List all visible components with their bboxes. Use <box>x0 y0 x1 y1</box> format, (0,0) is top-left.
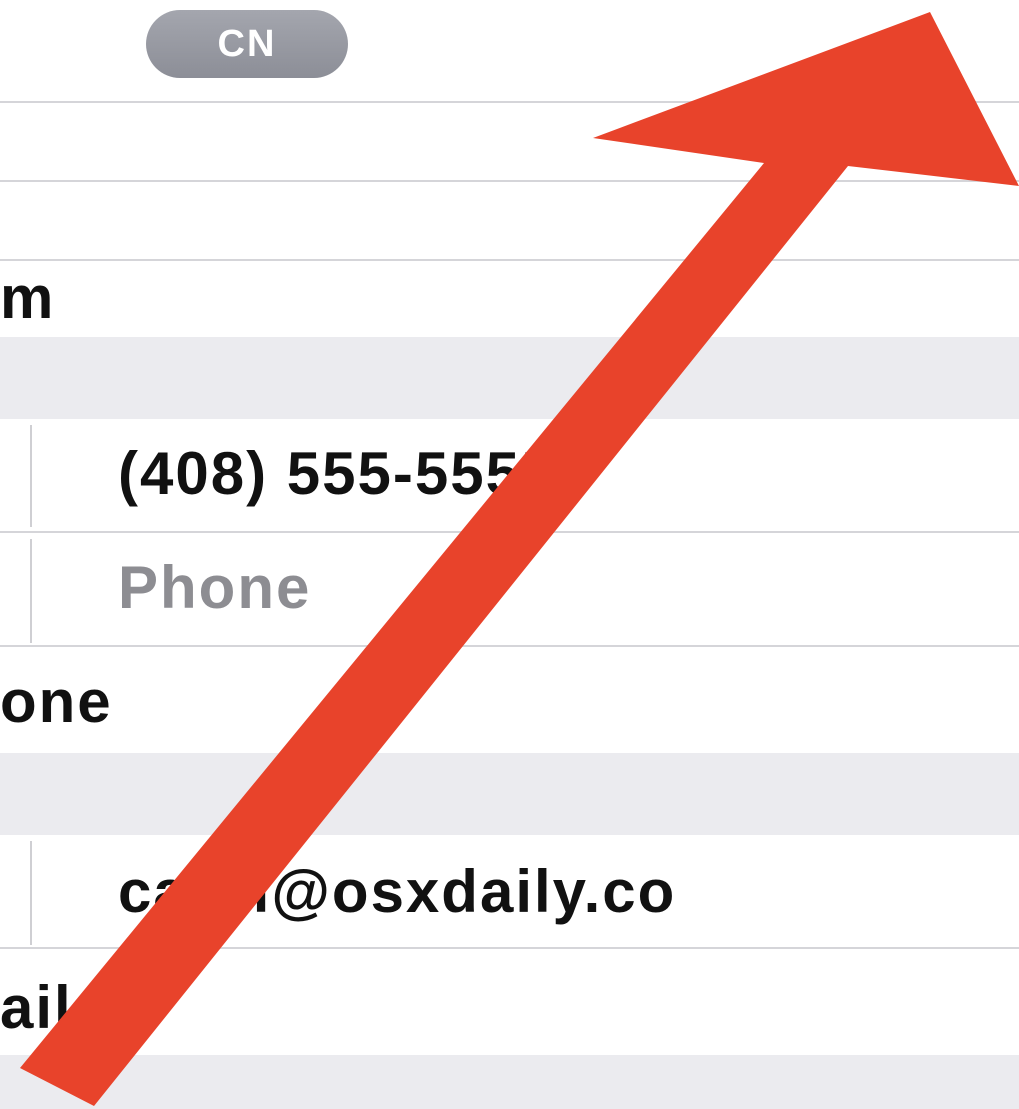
phone-placeholder-row[interactable]: Phone <box>0 533 1019 645</box>
section-gap <box>0 753 1019 835</box>
label-divider <box>30 539 32 643</box>
label-divider <box>30 425 32 527</box>
avatar-initials: CN <box>217 22 277 65</box>
add-phone-label: one <box>0 668 113 735</box>
contact-edit-screen: CN m (408) 555-5555 Phone one carol@osxd… <box>0 0 1019 1109</box>
add-email-label: ail <box>0 974 73 1041</box>
section-gap <box>0 337 1019 419</box>
section-gap <box>0 1055 1019 1109</box>
name-field-row-2[interactable] <box>0 182 1019 259</box>
phone-row[interactable]: (408) 555-5555 <box>0 419 1019 531</box>
label-divider <box>30 841 32 945</box>
header-area: CN <box>0 0 1019 101</box>
add-phone-row[interactable]: one <box>0 647 1019 753</box>
phone-value[interactable]: (408) 555-5555 <box>118 439 556 508</box>
name-field-row-1[interactable] <box>0 103 1019 180</box>
add-email-row[interactable]: ail <box>0 949 1019 1055</box>
phone-input[interactable]: Phone <box>118 553 311 622</box>
company-field-row[interactable]: m <box>0 261 1019 337</box>
company-field-text: m <box>0 264 56 331</box>
email-row[interactable]: carol@osxdaily.co <box>0 835 1019 947</box>
avatar[interactable]: CN <box>146 10 348 78</box>
email-value[interactable]: carol@osxdaily.co <box>118 857 676 926</box>
